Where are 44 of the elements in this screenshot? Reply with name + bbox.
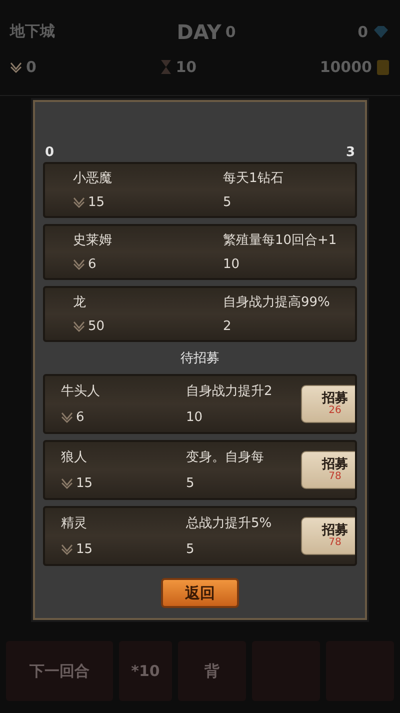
recruit-button[interactable]: 招募 78 [301, 451, 355, 489]
power-value: 0 [26, 58, 36, 76]
hourglass-icon [160, 58, 172, 74]
bottom-bar-button[interactable]: 下一回合 [6, 641, 113, 701]
day-label: DAY [176, 20, 222, 44]
monster-effect: 自身战力提高99% [223, 294, 331, 311]
monster-power: 15 [88, 194, 105, 210]
monster-count: 5 [186, 542, 196, 556]
monster-power: 15 [76, 476, 93, 490]
coin-icon [376, 58, 390, 76]
monster-power: 15 [76, 542, 93, 556]
recruit-button[interactable]: 招募 26 [301, 385, 355, 423]
monster-effect: 变身。自身每 [186, 449, 265, 466]
day-count: 0 [225, 22, 236, 40]
monster-name: 精灵 [61, 515, 88, 532]
section-title: 待招募 [180, 350, 220, 368]
recruit-button[interactable]: 招募 78 [301, 517, 355, 555]
back-button[interactable]: 返回 [161, 578, 239, 608]
coin-value: 10000 [320, 58, 372, 76]
game-title: 地下城 [10, 22, 55, 41]
monster-name: 龙 [73, 294, 87, 311]
bottom-bar-button[interactable]: *10 [118, 641, 172, 701]
monster-name: 狼人 [61, 449, 88, 466]
monster-effect: 每天1钻石 [223, 170, 284, 187]
monster-count: 5 [186, 476, 196, 490]
right-count: 3 [346, 145, 355, 160]
left-count: 0 [45, 145, 54, 160]
monster-power: 6 [88, 256, 96, 272]
monster-effect: 自身战力提升2 [186, 383, 274, 400]
bottom-bar-button[interactable]: 背 [178, 641, 246, 701]
hourglass-value: 10 [176, 58, 197, 76]
monster-power: 6 [76, 410, 84, 424]
gem-count: 0 [358, 22, 368, 40]
gem-icon [372, 24, 390, 38]
monster-count: 10 [223, 256, 241, 272]
monster-power: 50 [88, 318, 105, 334]
monster-count: 5 [223, 194, 232, 210]
monster-name: 牛头人 [61, 383, 101, 400]
monster-name: 小恶魔 [73, 170, 113, 187]
monster-count: 2 [223, 318, 232, 334]
monster-effect: 总战力提升5% [186, 515, 273, 532]
monster-count: 10 [186, 410, 204, 424]
monster-name: 史莱姆 [73, 232, 113, 249]
monster-effect: 繁殖量每10回合+1 [223, 232, 338, 249]
